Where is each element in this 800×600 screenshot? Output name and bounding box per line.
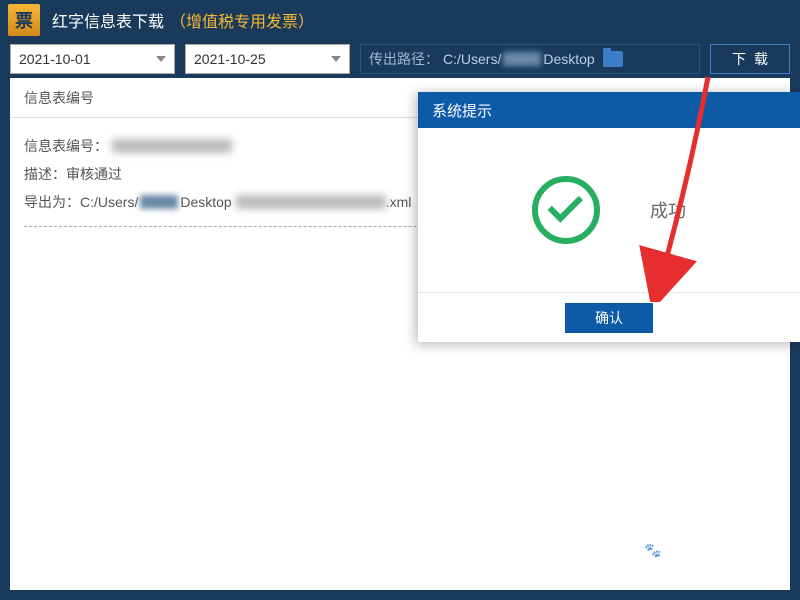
row-label: 导出为： xyxy=(24,188,80,216)
export-path-field[interactable]: 传出路径： C:/Users/ Desktop xyxy=(360,44,700,74)
folder-icon[interactable] xyxy=(603,51,623,67)
watermark: 🐾 Baid 经验 jingyan.baidu.com xyxy=(644,532,782,586)
row-value: 审核通过 xyxy=(66,160,122,188)
path-value-prefix: C:/Users/ xyxy=(443,51,501,67)
redacted-text xyxy=(140,195,178,209)
app-logo-icon: 票 xyxy=(8,4,40,36)
toolbar: 2021-10-01 2021-10-25 传出路径： C:/Users/ De… xyxy=(0,40,800,78)
path-value-suffix: Desktop xyxy=(543,51,594,67)
row-label: 信息表编号： xyxy=(24,132,108,160)
date-to-value: 2021-10-25 xyxy=(194,51,266,67)
chevron-down-icon xyxy=(331,56,341,62)
download-button[interactable]: 下载 xyxy=(710,44,790,74)
column-header-id: 信息表编号 xyxy=(24,88,94,108)
watermark-url: jingyan.baidu.com xyxy=(644,571,782,586)
dialog-body: 成功 xyxy=(418,128,800,292)
watermark-brand2: 经验 xyxy=(730,532,782,569)
page-title: 红字信息表下载 xyxy=(52,8,164,32)
redacted-text xyxy=(236,195,386,209)
chevron-down-icon xyxy=(156,56,166,62)
watermark-brand: Baid xyxy=(668,535,724,566)
paw-icon: 🐾 xyxy=(644,542,661,559)
row-label: 描述： xyxy=(24,160,66,188)
confirm-button[interactable]: 确认 xyxy=(565,303,653,333)
dialog-title: 系统提示 xyxy=(418,92,800,128)
row-value-prefix: C:/Users/ xyxy=(80,188,138,216)
path-label: 传出路径： xyxy=(369,49,439,69)
date-from-select[interactable]: 2021-10-01 xyxy=(10,44,175,74)
app-header: 票 红字信息表下载 （增值税专用发票） xyxy=(0,0,800,40)
date-from-value: 2021-10-01 xyxy=(19,51,91,67)
redacted-text xyxy=(112,139,232,153)
dialog-message: 成功 xyxy=(650,197,686,223)
system-prompt-dialog: 系统提示 成功 确认 xyxy=(418,92,800,342)
redacted-text xyxy=(503,52,541,66)
dialog-footer: 确认 xyxy=(418,292,800,342)
date-to-select[interactable]: 2021-10-25 xyxy=(185,44,350,74)
page-subtitle: （增值税专用发票） xyxy=(170,8,314,32)
row-value-ext: .xml xyxy=(386,188,412,216)
row-value-mid: Desktop xyxy=(180,188,231,216)
success-check-icon xyxy=(532,176,600,244)
